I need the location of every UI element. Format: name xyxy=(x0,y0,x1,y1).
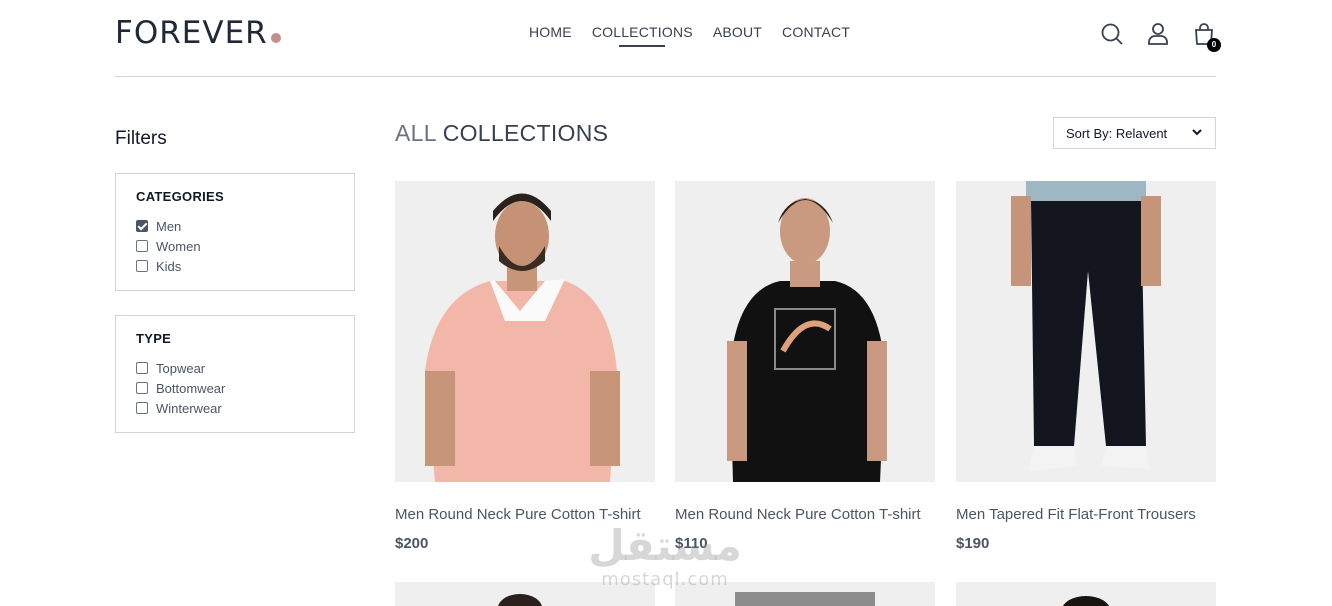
cart-icon[interactable]: 0 xyxy=(1192,22,1221,52)
product-card[interactable]: Men Round Neck Pure Cotton T-shirt $200 xyxy=(395,181,655,552)
profile-icon[interactable] xyxy=(1146,22,1170,46)
filter-label: Topwear xyxy=(156,360,206,376)
filters-title[interactable]: Filters xyxy=(115,128,167,150)
filter-option-bottomwear[interactable]: Bottomwear xyxy=(136,378,334,398)
sort-selected-value: Sort By: Relavent xyxy=(1066,125,1168,141)
checkbox-women[interactable] xyxy=(136,240,148,252)
logo-dot xyxy=(270,33,281,43)
search-icon[interactable] xyxy=(1100,22,1124,46)
title-part-1: ALL xyxy=(395,120,436,146)
product-image[interactable] xyxy=(956,582,1216,606)
nav-about[interactable]: ABOUT xyxy=(713,24,762,40)
type-heading: TYPE xyxy=(136,331,172,346)
product-image[interactable] xyxy=(675,181,935,482)
checkbox-winterwear[interactable] xyxy=(136,402,148,414)
watermark-latin: mostaql.com xyxy=(601,569,729,590)
filter-option-winterwear[interactable]: Winterwear xyxy=(136,398,334,418)
filter-label: Kids xyxy=(156,258,182,274)
product-image[interactable] xyxy=(395,181,655,482)
nav-home[interactable]: HOME xyxy=(529,24,572,40)
site-header: FOREVER HOME COLLECTIONS ABOUT CONTACT 0 xyxy=(115,0,1221,77)
header-icons: 0 xyxy=(1100,22,1221,52)
categories-filter: CATEGORIES Men Women Kids xyxy=(115,173,355,291)
filter-label: Bottomwear xyxy=(156,380,226,396)
filter-option-women[interactable]: Women xyxy=(136,236,334,256)
cart-count-badge: 0 xyxy=(1207,38,1221,52)
checkbox-topwear[interactable] xyxy=(136,362,148,374)
watermark-arabic: مستقل xyxy=(588,521,742,570)
filter-label: Women xyxy=(156,238,201,254)
product-name[interactable]: Men Tapered Fit Flat-Front Trousers xyxy=(956,506,1216,523)
title-part-2: COLLECTIONS xyxy=(442,120,609,146)
main-nav: HOME COLLECTIONS ABOUT CONTACT xyxy=(529,24,850,40)
filter-label: Men xyxy=(156,218,182,234)
product-card[interactable]: Men Round Neck Pure Cotton T-shirt $110 xyxy=(675,181,935,552)
logo[interactable]: FOREVER xyxy=(115,14,281,52)
categories-heading: CATEGORIES xyxy=(136,189,224,204)
product-price: $190 xyxy=(956,535,990,552)
watermark: مستقل mostaql.com xyxy=(585,522,745,590)
filter-label: Winterwear xyxy=(156,400,222,416)
checkbox-kids[interactable] xyxy=(136,260,148,272)
logo-text: FOREVER xyxy=(115,15,268,51)
product-image[interactable] xyxy=(956,181,1216,482)
filter-option-men[interactable]: Men xyxy=(136,216,334,236)
checkbox-men[interactable] xyxy=(136,220,148,232)
nav-contact[interactable]: CONTACT xyxy=(782,24,850,40)
filter-option-kids[interactable]: Kids xyxy=(136,256,334,276)
product-card[interactable]: Men Tapered Fit Flat-Front Trousers $190 xyxy=(956,181,1216,552)
type-filter: TYPE Topwear Bottomwear Winterwear xyxy=(115,315,355,433)
page-title: ALL COLLECTIONS xyxy=(395,120,608,147)
checkbox-bottomwear[interactable] xyxy=(136,382,148,394)
chevron-down-icon xyxy=(1191,126,1203,141)
sort-select[interactable]: Sort By: Relavent xyxy=(1053,117,1216,149)
filter-option-topwear[interactable]: Topwear xyxy=(136,358,334,378)
nav-collections[interactable]: COLLECTIONS xyxy=(592,24,693,40)
